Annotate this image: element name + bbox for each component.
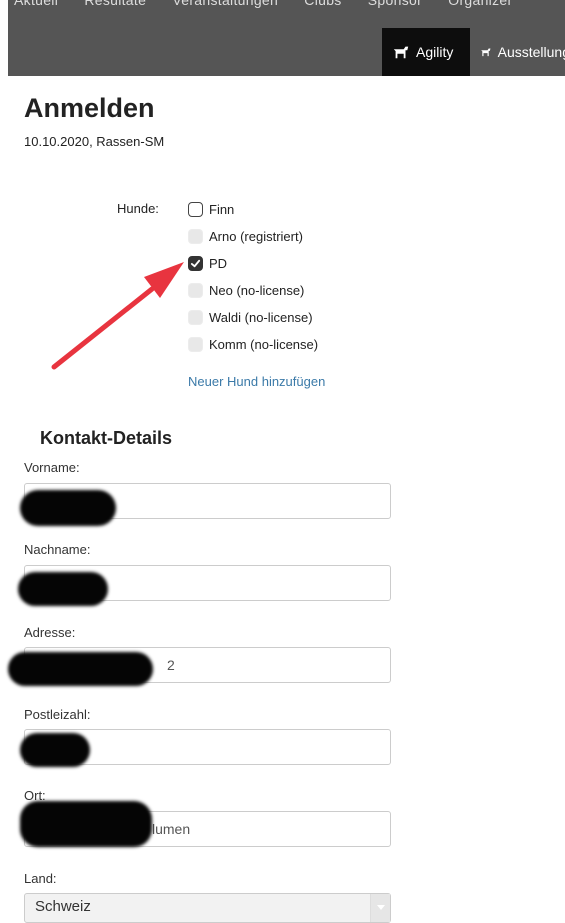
redaction-mark bbox=[20, 490, 116, 526]
tab-agility[interactable]: Agility bbox=[382, 28, 470, 76]
dog-checkbox-list: Finn Arno (registriert) PD Neo (no-licen… bbox=[188, 200, 318, 363]
ort-visible-text: lumen bbox=[152, 821, 191, 837]
menu-item-sponsor[interactable]: Sponsor bbox=[368, 0, 422, 8]
dog-show-icon bbox=[481, 48, 491, 57]
dog-option-arno: Arno (registriert) bbox=[188, 227, 318, 245]
dog-name-neo: Neo (no-license) bbox=[209, 283, 305, 299]
dog-option-neo: Neo (no-license) bbox=[188, 282, 318, 300]
checkbox-finn[interactable] bbox=[188, 201, 203, 217]
postleizahl-label: Postleizahl: bbox=[24, 707, 91, 722]
land-label: Land: bbox=[24, 871, 57, 886]
checkbox-arno bbox=[188, 228, 203, 244]
top-navigation-bar: Aktuell Resultate Veranstaltungen Clubs … bbox=[8, 0, 565, 76]
land-selected-value: Schweiz bbox=[35, 898, 91, 915]
checkmark-icon bbox=[190, 259, 201, 268]
dog-name-pd: PD bbox=[209, 255, 228, 271]
menu-item-organizer[interactable]: Organizer bbox=[448, 0, 512, 8]
checkbox-neo bbox=[188, 283, 203, 299]
dog-option-pd[interactable]: PD bbox=[188, 254, 318, 272]
dog-name-komm: Komm (no-license) bbox=[209, 337, 319, 353]
tab-ausstellung[interactable]: Ausstellung bbox=[470, 28, 565, 76]
checkbox-komm bbox=[188, 337, 203, 353]
menu-item-resultate[interactable]: Resultate bbox=[84, 0, 146, 8]
redaction-mark bbox=[18, 572, 108, 606]
checkbox-waldi bbox=[188, 310, 203, 326]
dog-option-waldi: Waldi (no-license) bbox=[188, 309, 318, 327]
main-menu: Aktuell Resultate Veranstaltungen Clubs … bbox=[14, 0, 534, 8]
dogs-label: Hunde: bbox=[117, 201, 159, 216]
adresse-visible-text: 2 bbox=[167, 657, 175, 673]
menu-item-clubs[interactable]: Clubs bbox=[304, 0, 341, 8]
contact-details-heading: Kontakt-Details bbox=[40, 428, 173, 448]
menu-item-aktuell[interactable]: Aktuell bbox=[14, 0, 58, 8]
menu-item-veranstaltungen[interactable]: Veranstaltungen bbox=[172, 0, 278, 8]
adresse-label: Adresse: bbox=[24, 625, 76, 640]
dog-agility-icon bbox=[393, 46, 409, 59]
dog-name-arno: Arno (registriert) bbox=[209, 228, 303, 244]
dog-name-finn: Finn bbox=[209, 201, 235, 217]
nachname-label: Nachname: bbox=[24, 542, 91, 557]
add-new-dog-link[interactable]: Neuer Hund hinzufügen bbox=[188, 374, 325, 389]
redaction-mark bbox=[20, 733, 90, 767]
tab-agility-label: Agility bbox=[416, 44, 454, 60]
redaction-mark bbox=[8, 652, 153, 686]
dog-option-komm: Komm (no-license) bbox=[188, 336, 318, 354]
page-title: Anmelden bbox=[24, 93, 155, 123]
redaction-mark bbox=[20, 801, 152, 847]
dropdown-caret-icon[interactable] bbox=[370, 894, 390, 922]
checkbox-pd[interactable] bbox=[188, 255, 203, 271]
tab-ausstellung-label: Ausstellung bbox=[497, 44, 565, 60]
event-subtitle: 10.10.2020, Rassen-SM bbox=[24, 134, 165, 149]
dog-name-waldi: Waldi (no-license) bbox=[209, 310, 313, 326]
vorname-label: Vorname: bbox=[24, 460, 80, 475]
land-select[interactable]: Schweiz bbox=[24, 893, 391, 923]
dog-option-finn[interactable]: Finn bbox=[188, 200, 318, 218]
